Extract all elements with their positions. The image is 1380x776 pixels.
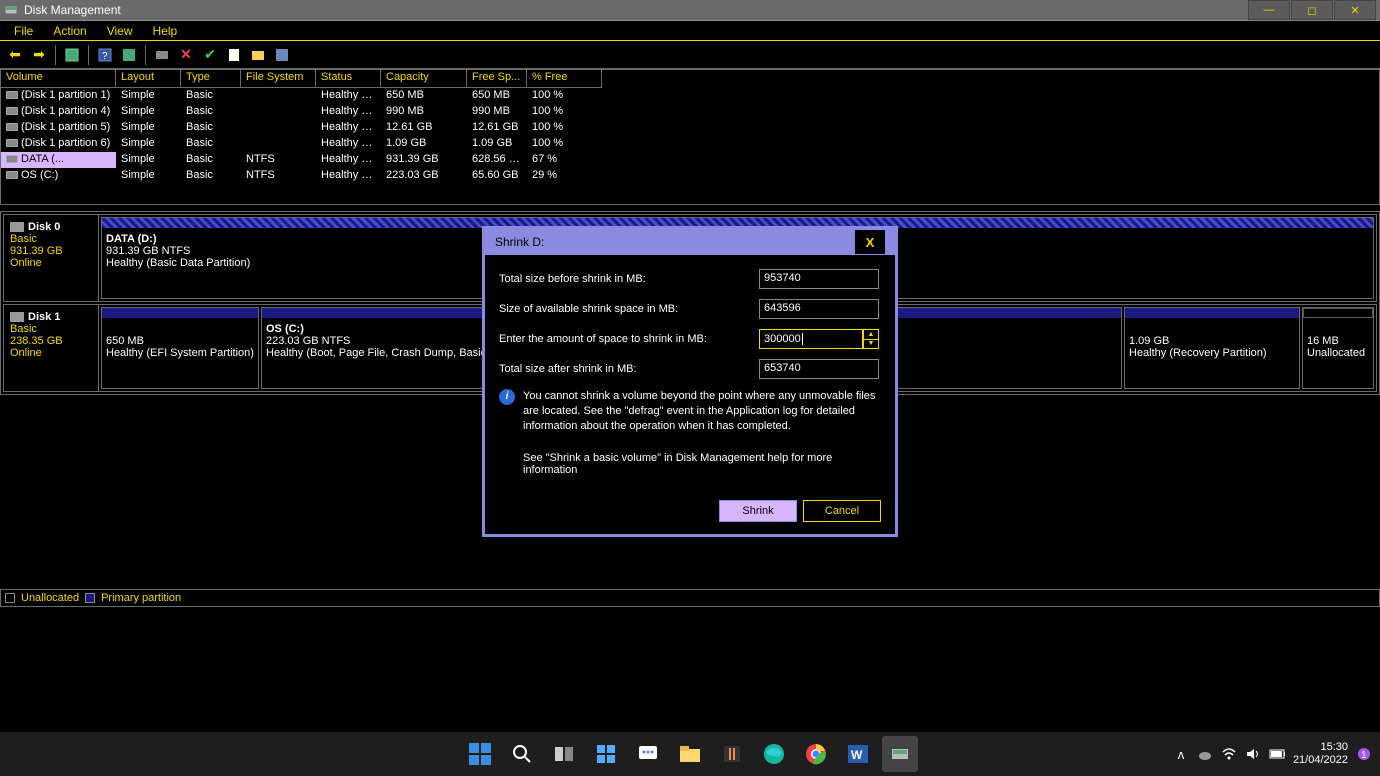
menu-action[interactable]: Action <box>43 22 96 40</box>
delete-icon[interactable]: ✕ <box>175 44 197 66</box>
explorer-icon[interactable] <box>672 736 708 772</box>
dialog-titlebar: Shrink D: X <box>485 229 895 255</box>
table-row[interactable]: (Disk 1 partition 4)SimpleBasicHealthy (… <box>1 104 1379 120</box>
app-icon-1[interactable] <box>714 736 750 772</box>
widgets-icon[interactable] <box>588 736 624 772</box>
col-volume[interactable]: Volume <box>1 70 116 88</box>
legend-primary-box <box>85 593 95 603</box>
window-title: Disk Management <box>24 3 1247 17</box>
volume-table: Volume Layout Type File System Status Ca… <box>0 69 1380 205</box>
spin-up-icon: ▲ <box>864 330 878 340</box>
folder-icon[interactable] <box>247 44 269 66</box>
partition-efi[interactable]: 650 MB Healthy (EFI System Partition) <box>101 307 259 389</box>
col-capacity[interactable]: Capacity <box>381 70 467 88</box>
dialog-help-text: See "Shrink a basic volume" in Disk Mana… <box>523 452 881 476</box>
label-total-after: Total size after shrink in MB: <box>499 363 759 375</box>
svg-text:W: W <box>851 748 863 762</box>
col-status[interactable]: Status <box>316 70 381 88</box>
disk-info: Disk 0 Basic 931.39 GB Online <box>4 215 99 301</box>
info-icon: i <box>499 389 515 405</box>
tray-battery-icon[interactable] <box>1269 746 1285 762</box>
label-total-before: Total size before shrink in MB: <box>499 273 759 285</box>
tray-volume-icon[interactable] <box>1245 746 1261 762</box>
taskbar: W ʌ 15:30 21/04/2022 1 <box>0 732 1380 776</box>
shrink-button[interactable]: Shrink <box>719 500 797 522</box>
tray-wifi-icon[interactable] <box>1221 746 1237 762</box>
label-enter-amount: Enter the amount of space to shrink in M… <box>499 333 759 345</box>
legend-primary-label: Primary partition <box>101 592 181 604</box>
dialog-info-text: You cannot shrink a volume beyond the po… <box>523 389 881 434</box>
tray-onedrive-icon[interactable] <box>1197 746 1213 762</box>
help-icon[interactable]: ? <box>94 44 116 66</box>
dialog-close-button[interactable]: X <box>855 230 885 254</box>
minimize-button[interactable]: — <box>1248 0 1290 20</box>
partition-recovery[interactable]: 1.09 GB Healthy (Recovery Partition) <box>1124 307 1300 389</box>
partition-unallocated[interactable]: 16 MB Unallocated <box>1302 307 1374 389</box>
table-row[interactable]: (Disk 1 partition 6)SimpleBasicHealthy (… <box>1 136 1379 152</box>
menu-view[interactable]: View <box>97 22 143 40</box>
app-icon <box>4 3 18 17</box>
shrink-dialog: Shrink D: X Total size before shrink in … <box>482 226 898 537</box>
dialog-title: Shrink D: <box>495 235 544 249</box>
table-header: Volume Layout Type File System Status Ca… <box>1 70 1379 88</box>
legend: Unallocated Primary partition <box>0 589 1380 607</box>
spin-down-icon: ▼ <box>864 340 878 349</box>
col-filesystem[interactable]: File System <box>241 70 316 88</box>
field-total-after: 653740 <box>759 359 879 379</box>
svg-text:1: 1 <box>1361 750 1367 761</box>
new-icon[interactable] <box>223 44 245 66</box>
menubar: File Action View Help <box>0 20 1380 41</box>
edge-icon[interactable] <box>756 736 792 772</box>
disk-info: Disk 1 Basic 238.35 GB Online <box>4 305 99 391</box>
disk-icon <box>10 312 24 322</box>
taskview-icon[interactable] <box>546 736 582 772</box>
maximize-button[interactable]: ◻ <box>1291 0 1333 20</box>
list-icon[interactable] <box>271 44 293 66</box>
field-available: 643596 <box>759 299 879 319</box>
taskbar-clock[interactable]: 15:30 21/04/2022 <box>1293 741 1348 767</box>
refresh-icon[interactable] <box>61 44 83 66</box>
field-total-before: 953740 <box>759 269 879 289</box>
table-row[interactable]: (Disk 1 partition 5)SimpleBasicHealthy (… <box>1 120 1379 136</box>
toolbar: ⬅ ➡ ? ✕ ✔ <box>0 41 1380 69</box>
cancel-button[interactable]: Cancel <box>803 500 881 522</box>
tray-notification-icon[interactable]: 1 <box>1356 746 1372 762</box>
label-available: Size of available shrink space in MB: <box>499 303 759 315</box>
menu-help[interactable]: Help <box>143 22 188 40</box>
disk-icon <box>10 222 24 232</box>
chrome-icon[interactable] <box>798 736 834 772</box>
shrink-amount-input[interactable]: 300000 <box>759 329 863 349</box>
computer-icon[interactable] <box>151 44 173 66</box>
col-pctfree[interactable]: % Free <box>527 70 602 88</box>
search-icon[interactable] <box>504 736 540 772</box>
check-icon[interactable]: ✔ <box>199 44 221 66</box>
window-titlebar: Disk Management — ◻ ✕ <box>0 0 1380 20</box>
close-button[interactable]: ✕ <box>1334 0 1376 20</box>
diskmgmt-taskbar-icon[interactable] <box>882 736 918 772</box>
forward-button[interactable]: ➡ <box>28 44 50 66</box>
table-row[interactable]: DATA (...SimpleBasicNTFSHealthy (B...931… <box>1 152 1379 168</box>
tray-chevron-icon[interactable]: ʌ <box>1173 746 1189 762</box>
menu-file[interactable]: File <box>4 22 43 40</box>
start-button[interactable] <box>462 736 498 772</box>
col-freespace[interactable]: Free Sp... <box>467 70 527 88</box>
col-layout[interactable]: Layout <box>116 70 181 88</box>
legend-unalloc-label: Unallocated <box>21 592 79 604</box>
spinner[interactable]: ▲▼ <box>863 329 879 349</box>
svg-text:?: ? <box>102 51 108 62</box>
word-icon[interactable]: W <box>840 736 876 772</box>
col-type[interactable]: Type <box>181 70 241 88</box>
table-row[interactable]: OS (C:)SimpleBasicNTFSHealthy (B...223.0… <box>1 168 1379 184</box>
back-button[interactable]: ⬅ <box>4 44 26 66</box>
properties-icon[interactable] <box>118 44 140 66</box>
legend-unalloc-box <box>5 593 15 603</box>
table-row[interactable]: (Disk 1 partition 1)SimpleBasicHealthy (… <box>1 88 1379 104</box>
chat-icon[interactable] <box>630 736 666 772</box>
